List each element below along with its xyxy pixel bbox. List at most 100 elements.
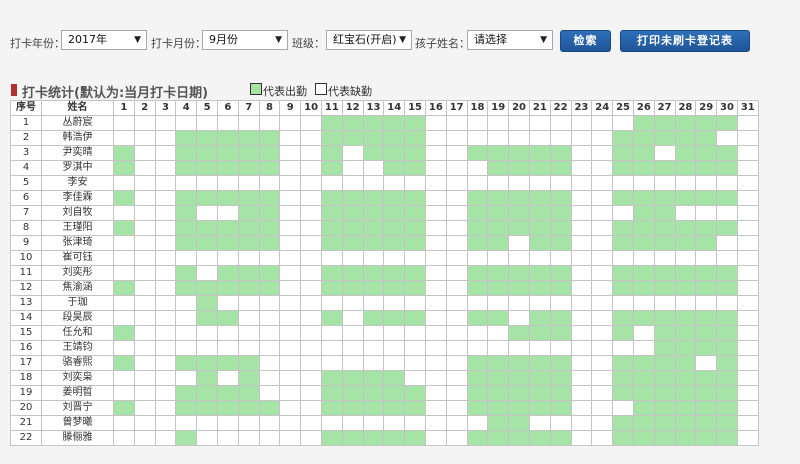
attendance-cell-present [466,385,489,401]
attendance-cell-present [404,235,426,251]
attendance-cell-present [674,220,697,236]
attendance-cell-absent [570,415,593,431]
day-header: 9 [279,100,302,116]
attendance-cell-absent [258,115,281,131]
attendance-cell-absent [736,190,759,206]
attendance-cell-absent [154,205,177,221]
attendance-cell-absent [424,340,447,356]
attendance-cell-absent [300,145,322,161]
attendance-cell-absent [695,175,718,191]
attendance-cell-absent [113,415,135,431]
attendance-cell-present [341,385,364,401]
attendance-cell-absent [591,235,614,251]
attendance-cell-present [362,430,385,446]
attendance-cell-absent [466,325,489,341]
attendance-cell-absent [549,415,572,431]
day-header: 30 [716,100,738,116]
class-select[interactable]: 红宝石(开启) ▼ [326,30,412,50]
attendance-cell-absent [133,115,156,131]
attendance-cell-absent [445,115,468,131]
table-header-row: 序号 姓名 1 2 3 4 5 6 7 8 9 10 11 12 13 14 15 16 17 18 19 20 21 2… [10,100,759,116]
attendance-cell-absent [570,385,593,401]
attendance-cell-present [175,265,198,281]
attendance-cell-absent [736,205,759,221]
attendance-cell-present [716,415,738,431]
attendance-cell-absent [320,355,343,371]
attendance-cell-present [528,430,551,446]
attendance-cell-present [674,310,697,326]
attendance-cell-present [237,190,260,206]
attendance-cell-present [528,370,551,386]
attendance-cell-present [362,280,385,296]
attendance-cell-absent [258,430,281,446]
attendance-cell-absent [113,130,135,146]
attendance-cell-absent [591,175,614,191]
attendance-cell-present [175,235,198,251]
attendance-cell-absent [300,370,322,386]
attendance-cell-present [320,190,343,206]
attendance-cell-absent [133,430,156,446]
attendance-cell-absent [591,145,614,161]
attendance-cell-absent [279,205,302,221]
attendance-cell-present [528,325,551,341]
attendance-cell-present [487,145,510,161]
attendance-cell-absent [404,295,426,311]
day-header: 19 [487,100,510,116]
attendance-cell-absent [466,295,489,311]
attendance-cell-absent [216,340,239,356]
attendance-cell-present [404,265,426,281]
attendance-cell-present [528,310,551,326]
table-row: 3 尹奕晴 [10,145,759,161]
attendance-cell-present [175,145,198,161]
attendance-cell-absent [300,400,322,416]
attendance-cell-present [674,145,697,161]
attendance-cell-absent [320,325,343,341]
attendance-cell-present [653,160,676,176]
table-row: 20 刘晋宁 [10,400,759,416]
attendance-cell-absent [300,130,322,146]
attendance-cell-present [320,205,343,221]
attendance-cell-present [695,220,718,236]
table-row: 7 刘自牧 [10,205,759,221]
year-select[interactable]: 2017年 ▼ [61,30,147,50]
attendance-cell-absent [549,175,572,191]
attendance-cell-absent [736,370,759,386]
attendance-cell-absent [508,175,530,191]
month-select[interactable]: 9月份 ▼ [202,30,288,50]
col-header-name: 姓名 [41,100,114,116]
attendance-cell-present [258,205,281,221]
attendance-cell-absent [383,175,406,191]
print-button[interactable]: 打印未刷卡登记表 [620,30,750,52]
day-header: 7 [237,100,260,116]
class-value: 红宝石(开启) [333,33,397,46]
attendance-cell-present [632,265,655,281]
attendance-cell-absent [133,235,156,251]
attendance-cell-absent [549,340,572,356]
attendance-cell-present [716,265,738,281]
attendance-cell-absent [424,190,447,206]
attendance-cell-present [175,280,198,296]
row-seq: 2 [10,130,42,146]
attendance-cell-present [508,265,530,281]
attendance-cell-absent [591,370,614,386]
attendance-cell-present [341,280,364,296]
attendance-cell-present [320,265,343,281]
day-header: 3 [154,100,177,116]
table-row: 10 崔可钰 [10,250,759,266]
attendance-cell-absent [570,400,593,416]
child-select[interactable]: 请选择 ▼ [467,30,553,50]
attendance-cell-present [404,130,426,146]
attendance-cell-present [404,280,426,296]
attendance-cell-present [466,310,489,326]
attendance-cell-absent [258,355,281,371]
student-name: 刘自牧 [41,205,114,221]
attendance-cell-absent [736,145,759,161]
row-seq: 8 [10,220,42,236]
attendance-cell-present [383,220,406,236]
row-seq: 12 [10,280,42,296]
attendance-cell-absent [300,430,322,446]
attendance-cell-absent [237,430,260,446]
attendance-cell-present [653,220,676,236]
search-button[interactable]: 检索 [560,30,611,52]
attendance-cell-present [528,160,551,176]
